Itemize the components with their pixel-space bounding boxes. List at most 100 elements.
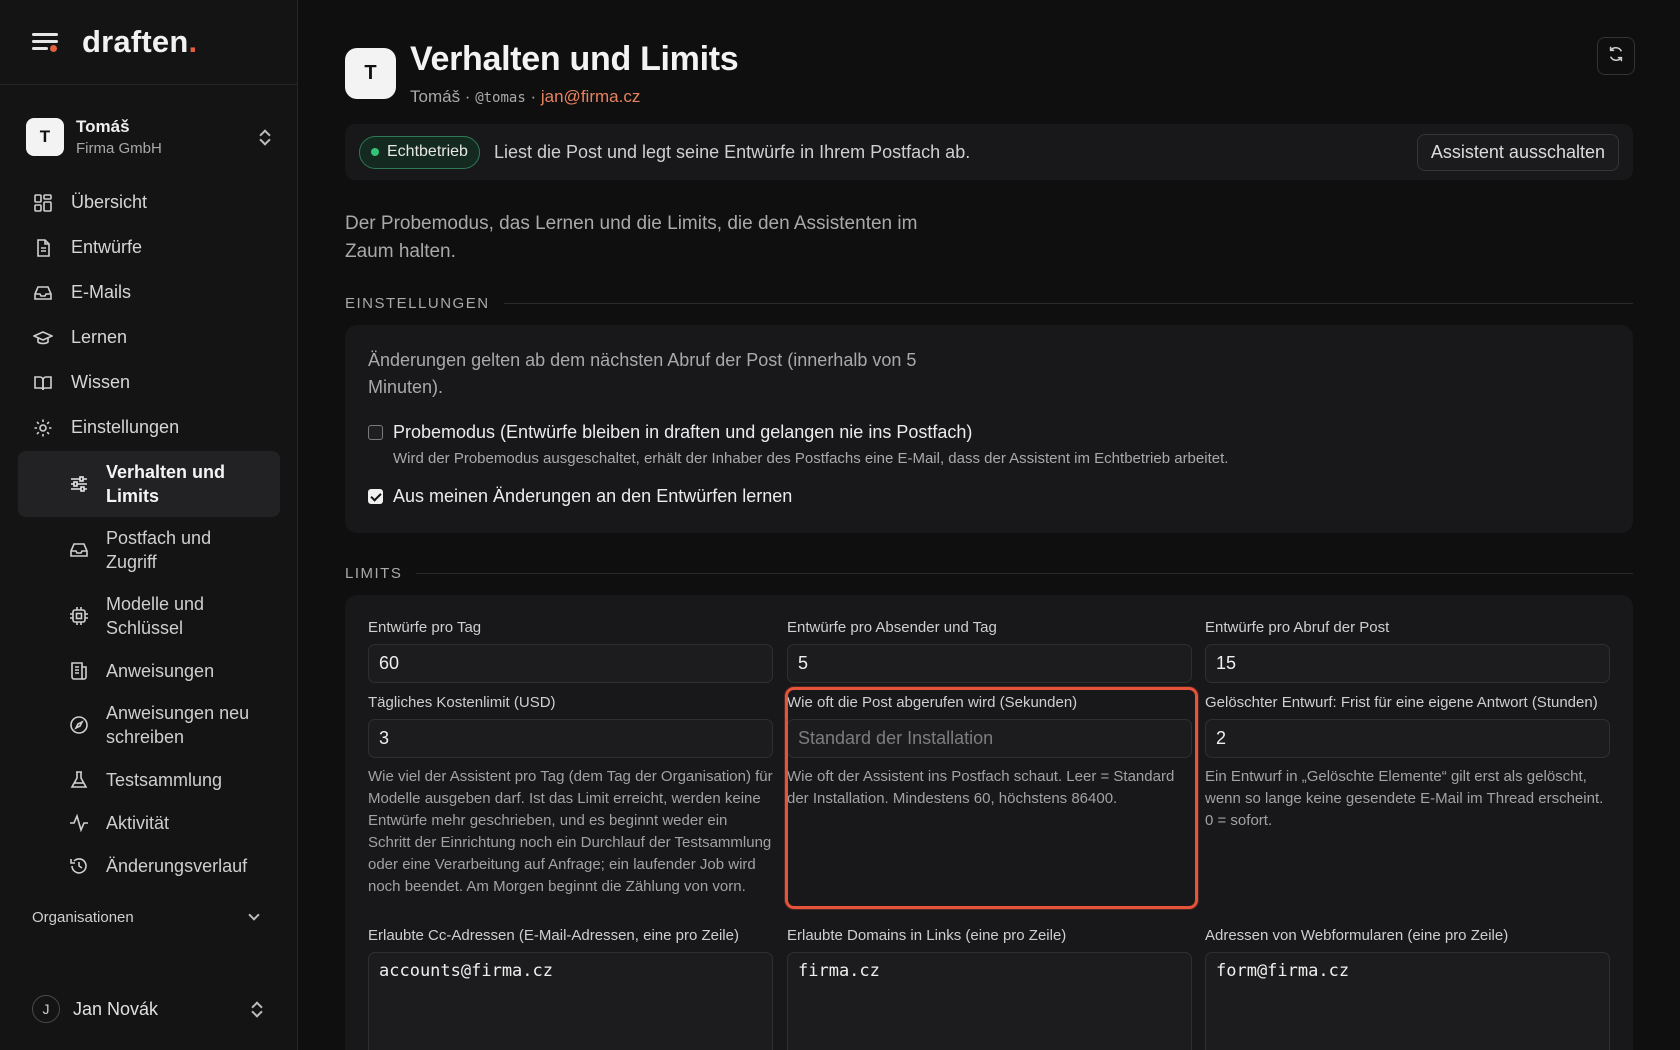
field-poll-interval: Wie oft die Post abgerufen wird (Sekunde…	[787, 692, 1192, 810]
field-label: Tägliches Kostenlimit (USD)	[368, 694, 556, 711]
user-menu[interactable]: J Jan Novák	[32, 994, 264, 1024]
sidebar-subitem-postfach-und-zugriff[interactable]: Postfach und Zugriff	[18, 517, 280, 583]
settings-card: Änderungen gelten ab dem nächsten Abruf …	[345, 325, 1633, 533]
chip-icon	[68, 605, 90, 627]
field-label: Erlaubte Domains in Links (eine pro Zeil…	[787, 927, 1067, 944]
inbox-icon	[32, 282, 54, 304]
mailbox-email: jan@firma.cz	[540, 87, 641, 106]
gear-icon	[32, 417, 54, 439]
account-avatar: T	[26, 118, 64, 156]
page-subtitle: Tomáš · @tomas · jan@firma.cz	[410, 87, 641, 106]
compass-icon	[68, 714, 90, 736]
sidebar-item-label: Anweisungen neu schreiben	[106, 703, 250, 747]
field-webform-addresses: Adressen von Webformularen (eine pro Zei…	[1205, 925, 1610, 1050]
poll-interval-input[interactable]: Standard der Installation	[787, 719, 1192, 758]
sidebar-subitem-verhalten-und-limits[interactable]: Verhalten und Limits	[18, 451, 280, 517]
sidebar-item-label: Lernen	[71, 327, 128, 347]
flask-icon	[68, 769, 90, 791]
page-header: T Verhalten und Limits Tomáš · @tomas · …	[345, 40, 739, 107]
organizations-label: Organisationen	[32, 908, 134, 926]
account-name: Tomáš	[76, 117, 130, 136]
allowed-domains-textarea[interactable]: firma.cz	[787, 952, 1192, 1050]
history-icon	[68, 855, 90, 877]
sidebar-item-label: E-Mails	[71, 282, 132, 302]
sidebar-item-wissen[interactable]: Wissen	[18, 360, 280, 405]
account-org: Firma GmbH	[76, 140, 162, 157]
drafts-per-sender-input[interactable]: 5	[787, 644, 1192, 683]
chevron-down-icon	[248, 909, 260, 921]
section-heading-settings: EINSTELLUNGEN	[345, 295, 1633, 312]
sidebar-subitem-modelle-und-schluessel[interactable]: Modelle und Schlüssel	[18, 583, 280, 649]
probe-mode-checkbox[interactable]	[368, 425, 383, 440]
disable-assistant-button[interactable]: Assistent ausschalten	[1416, 133, 1619, 171]
sidebar-item-uebersicht[interactable]: Übersicht	[18, 180, 280, 225]
refresh-button[interactable]	[1597, 37, 1635, 75]
menu-icon[interactable]	[32, 30, 60, 54]
limits-card: Entwürfe pro Tag 60 Entwürfe pro Absende…	[345, 595, 1633, 1050]
mailbox-owner-name: Tomáš	[410, 87, 461, 106]
sidebar-subitem-aenderungsverlauf[interactable]: Änderungsverlauf	[18, 844, 280, 887]
learn-label: Aus meinen Änderungen an den Entwürfen l…	[393, 486, 793, 506]
user-avatar: J	[32, 995, 60, 1023]
sidebar-item-label: Wissen	[71, 372, 131, 392]
chevron-updown-icon	[258, 128, 272, 146]
field-daily-cost-limit: Tägliches Kostenlimit (USD) 3 Wie viel d…	[368, 692, 773, 898]
daily-cost-limit-input[interactable]: 3	[368, 719, 773, 758]
sidebar-item-emails[interactable]: E-Mails	[18, 270, 280, 315]
field-help: Wie oft der Assistent ins Postfach schau…	[787, 768, 1175, 807]
allowed-cc-textarea[interactable]: accounts@firma.cz	[368, 952, 773, 1050]
field-label: Adressen von Webformularen (eine pro Zei…	[1205, 927, 1509, 944]
refresh-icon	[1607, 45, 1625, 68]
page-intro: Der Probemodus, das Lernen und die Limit…	[345, 213, 918, 262]
brand-bar: draften.	[0, 0, 297, 85]
sidebar-item-entwuerfe[interactable]: Entwürfe	[18, 225, 280, 270]
deleted-draft-grace-input[interactable]: 2	[1205, 719, 1610, 758]
learn-checkbox-row[interactable]: Aus meinen Änderungen an den Entwürfen l…	[368, 486, 792, 507]
webform-addresses-textarea[interactable]: form@firma.cz	[1205, 952, 1610, 1050]
sidebar-item-label: Modelle und Schlüssel	[106, 594, 205, 638]
assistant-status-bar: Echtbetrieb Liest die Post und legt sein…	[345, 124, 1633, 180]
probe-mode-checkbox-row[interactable]: Probemodus (Entwürfe bleiben in draften …	[368, 422, 972, 443]
field-label: Gelöschter Entwurf: Frist für eine eigen…	[1205, 694, 1598, 711]
field-help: Ein Entwurf in „Gelöschte Elemente“ gilt…	[1205, 768, 1604, 829]
sidebar-item-label: Verhalten und Limits	[106, 462, 226, 506]
sliders-icon	[68, 473, 90, 495]
sidebar-item-label: Entwürfe	[71, 237, 143, 257]
instructions-icon	[68, 660, 90, 682]
field-label: Erlaubte Cc-Adressen (E-Mail-Adressen, e…	[368, 927, 739, 944]
drafts-per-fetch-input[interactable]: 15	[1205, 644, 1610, 683]
sidebar-item-lernen[interactable]: Lernen	[18, 315, 280, 360]
sidebar-subitem-aktivitaet[interactable]: Aktivität	[18, 801, 280, 844]
sidebar-subitem-testsammlung[interactable]: Testsammlung	[18, 758, 280, 801]
sidebar: draften. T Tomáš Firma GmbH Übersicht En…	[0, 0, 298, 1050]
probe-mode-label: Probemodus (Entwürfe bleiben in draften …	[393, 422, 973, 442]
sidebar-item-label: Testsammlung	[106, 769, 223, 790]
dashboard-icon	[32, 192, 54, 214]
organizations-toggle[interactable]: Organisationen	[32, 906, 264, 928]
field-allowed-domains: Erlaubte Domains in Links (eine pro Zeil…	[787, 925, 1192, 1050]
activity-icon	[68, 812, 90, 834]
mailbox-avatar: T	[345, 48, 396, 99]
inbox-icon	[68, 539, 90, 561]
sidebar-item-label: Anweisungen	[106, 660, 215, 681]
page-title: Verhalten und Limits	[410, 40, 739, 78]
field-label: Wie oft die Post abgerufen wird (Sekunde…	[787, 694, 1078, 711]
sidebar-item-label: Aktivität	[106, 812, 170, 833]
sidebar-subitem-anweisungen[interactable]: Anweisungen	[18, 649, 280, 692]
field-drafts-per-sender: Entwürfe pro Absender und Tag 5	[787, 617, 1192, 683]
sidebar-item-einstellungen[interactable]: Einstellungen	[18, 405, 280, 450]
sidebar-item-label: Postfach und Zugriff	[106, 528, 212, 572]
field-label: Entwürfe pro Absender und Tag	[787, 619, 997, 636]
field-allowed-cc: Erlaubte Cc-Adressen (E-Mail-Adressen, e…	[368, 925, 773, 1050]
account-switcher[interactable]: T Tomáš Firma GmbH	[26, 114, 272, 160]
field-label: Entwürfe pro Abruf der Post	[1205, 619, 1390, 636]
sidebar-item-label: Einstellungen	[71, 417, 180, 437]
learn-checkbox[interactable]	[368, 489, 383, 504]
probe-mode-help: Wird der Probemodus ausgeschaltet, erhäl…	[393, 450, 1229, 467]
user-name: Jan Novák	[73, 998, 159, 1019]
field-drafts-per-day: Entwürfe pro Tag 60	[368, 617, 773, 683]
graduation-cap-icon	[32, 327, 54, 349]
drafts-per-day-input[interactable]: 60	[368, 644, 773, 683]
sidebar-item-label: Übersicht	[71, 192, 148, 212]
sidebar-subitem-anweisungen-neu-schreiben[interactable]: Anweisungen neu schreiben	[18, 692, 280, 758]
